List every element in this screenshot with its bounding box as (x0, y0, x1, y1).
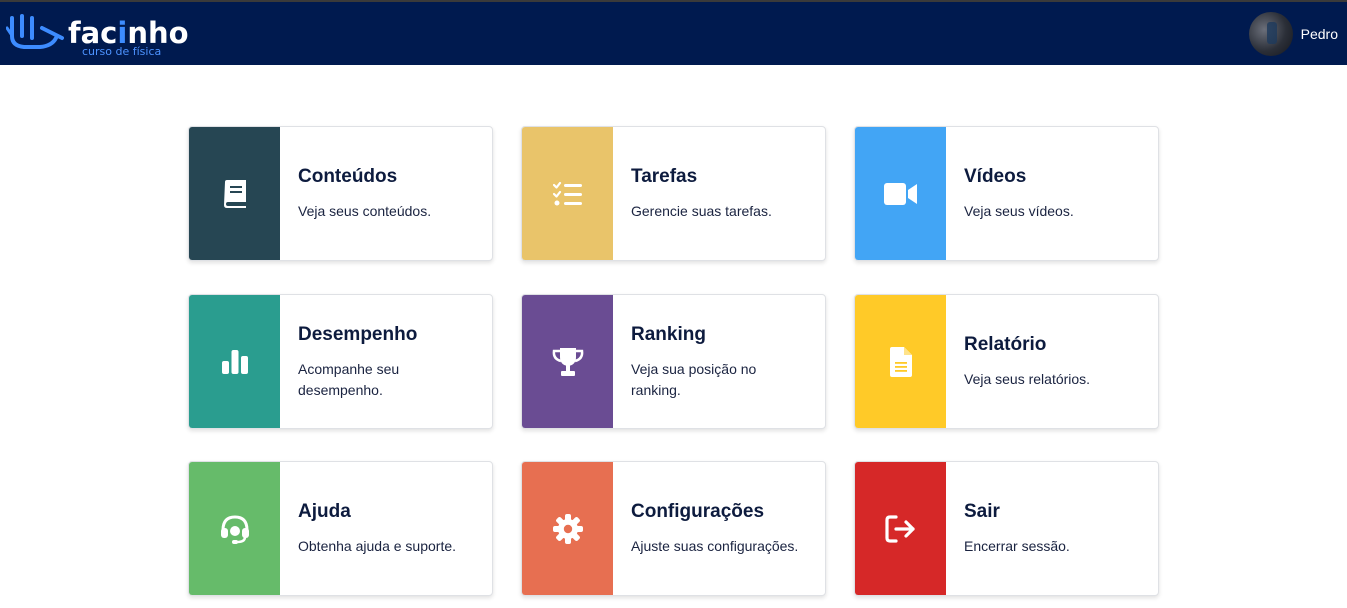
user-name: Pedro (1300, 26, 1338, 42)
video-camera-icon (883, 182, 917, 205)
dashboard-grid: Conteúdos Veja seus conteúdos. Tarefas G… (188, 126, 1159, 596)
card-videos[interactable]: Vídeos Veja seus vídeos. (854, 126, 1159, 261)
logout-icon (884, 514, 915, 543)
checklist-icon (552, 181, 582, 205)
card-description: Veja seus conteúdos. (298, 203, 432, 219)
card-title: Sair (964, 501, 1000, 522)
card-description: Veja seus vídeos. (964, 203, 1074, 219)
book-icon (223, 179, 246, 208)
card-desempenho[interactable]: Desempenho Acompanhe seu desempenho. (188, 294, 493, 429)
top-navbar: facinho curso de física Pedro (0, 2, 1347, 65)
card-description: Ajuste suas configurações. (631, 538, 799, 554)
trophy-icon (552, 347, 583, 376)
card-ranking[interactable]: Ranking Veja sua posição no ranking. (521, 294, 826, 429)
card-title: Configurações (631, 501, 765, 522)
card-title: Tarefas (631, 166, 698, 187)
card-description: Obtenha ajuda e suporte. (298, 538, 457, 554)
card-icon-box (855, 462, 946, 595)
card-title: Vídeos (964, 166, 1027, 187)
card-description: Gerencie suas tarefas. (631, 203, 772, 219)
card-icon-box (522, 462, 613, 595)
card-description: Encerrar sessão. (964, 538, 1070, 554)
card-description: Veja seus relatórios. (964, 371, 1091, 387)
card-tarefas[interactable]: Tarefas Gerencie suas tarefas. (521, 126, 826, 261)
headset-icon (220, 514, 249, 544)
card-description: Acompanhe seu desempenho. (298, 360, 400, 398)
card-sair[interactable]: Sair Encerrar sessão. (854, 461, 1159, 596)
card-configuracoes[interactable]: Configurações Ajuste suas configurações. (521, 461, 826, 596)
card-description: Veja sua posição no ranking. (631, 360, 757, 398)
card-ajuda[interactable]: Ajuda Obtenha ajuda e suporte. (188, 461, 493, 596)
card-title: Ranking (631, 323, 706, 345)
card-icon-box (855, 127, 946, 260)
card-relatorio[interactable]: Relatório Veja seus relatórios. (854, 294, 1159, 429)
avatar[interactable] (1248, 12, 1293, 56)
card-icon-box (189, 462, 280, 595)
user-menu[interactable]: Pedro (1248, 11, 1338, 57)
bar-chart-icon (221, 349, 248, 374)
card-icon-box (189, 295, 280, 428)
logo-subtitle: curso de física (82, 45, 162, 58)
card-icon-box (522, 295, 613, 428)
card-title: Relatório (964, 334, 1047, 355)
facinho-logo[interactable]: facinho curso de física (6, 10, 196, 60)
card-title: Ajuda (298, 501, 351, 522)
card-icon-box (522, 127, 613, 260)
file-text-icon (889, 346, 912, 377)
card-icon-box (855, 295, 946, 428)
card-conteudos[interactable]: Conteúdos Veja seus conteúdos. (188, 126, 493, 261)
card-title: Conteúdos (298, 166, 398, 187)
hand-wave-logo-icon (6, 14, 64, 49)
gear-icon (552, 513, 583, 544)
card-icon-box (189, 127, 280, 260)
card-title: Desempenho (298, 323, 418, 345)
